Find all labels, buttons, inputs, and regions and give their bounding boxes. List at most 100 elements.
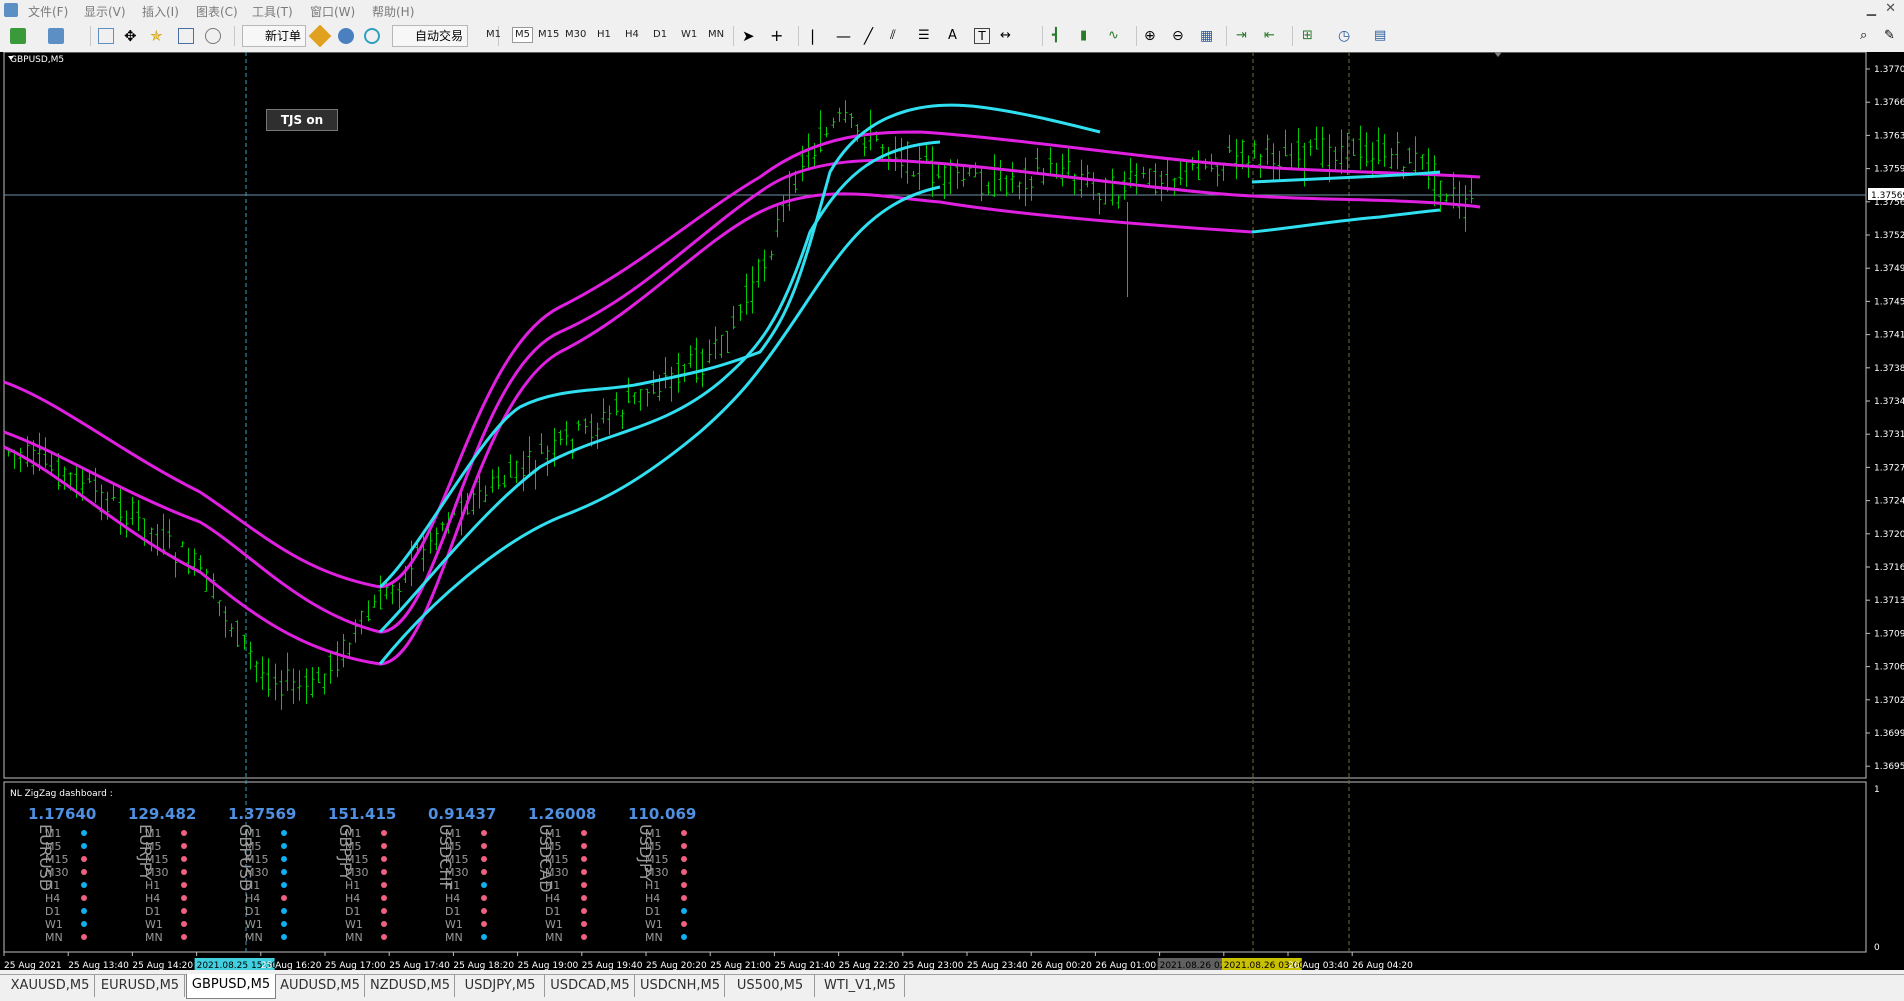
line-chart-icon[interactable]: ∿ — [1108, 28, 1124, 44]
dashboard-tf-label: M1 — [45, 827, 62, 840]
market-icon[interactable] — [364, 28, 380, 44]
tab-xauusd-m5[interactable]: XAUUSD,M5 — [6, 975, 95, 997]
navigator-icon[interactable]: ✯ — [150, 28, 166, 44]
tjs-toggle-button[interactable]: TJS on — [266, 109, 338, 131]
candlestick-icon[interactable]: ▮ — [1080, 28, 1096, 44]
text-icon[interactable]: A — [948, 28, 964, 44]
time-label: 25 Aug 18:20 — [453, 961, 514, 970]
dashboard-status-dot — [681, 934, 687, 940]
indicators-icon[interactable]: ⊞ — [1302, 28, 1318, 44]
time-label: 25 Aug 16:20 — [261, 961, 322, 970]
dashboard-tf-label: W1 — [345, 918, 363, 931]
timeframe-h1[interactable]: H1 — [597, 29, 611, 40]
shift-marker-icon — [1494, 52, 1502, 57]
data-window-icon[interactable]: ✥ — [124, 28, 140, 44]
terminal-icon[interactable] — [178, 28, 194, 44]
dashboard-status-dot — [281, 869, 287, 875]
dashboard-status-dot — [81, 908, 87, 914]
timeframe-w1[interactable]: W1 — [681, 29, 697, 40]
menu-view[interactable]: 显示(V) — [84, 3, 126, 20]
subwindow-scale-bottom: 0 — [1874, 943, 1880, 953]
time-label: 26 Aug 04:20 — [1352, 961, 1413, 970]
zoom-out-icon[interactable]: ⊖ — [1172, 28, 1188, 44]
vertical-line-icon[interactable]: | — [810, 28, 826, 44]
time-label: 25 Aug 19:40 — [582, 961, 643, 970]
dashboard-status-dot — [681, 856, 687, 862]
new-order-button[interactable]: 新订单 — [242, 25, 307, 47]
new-chart-icon[interactable] — [10, 28, 26, 44]
autoscroll-icon[interactable]: ⇥ — [1236, 28, 1252, 44]
chart-shift-icon[interactable]: ⇤ — [1264, 28, 1280, 44]
text-label-icon[interactable]: T — [974, 28, 990, 44]
time-label: 25 Aug 17:40 — [389, 961, 450, 970]
dashboard-tf-label: M30 — [545, 866, 569, 879]
dashboard-status-dot — [581, 882, 587, 888]
menu-tools[interactable]: 工具(T) — [252, 3, 293, 20]
tab-usdjpy-m5[interactable]: USDJPY,M5 — [456, 975, 545, 997]
chart-window[interactable]: GBPUSD,M5 1.37700 1.37665 1.37630 1.37595 1.… — [0, 52, 1904, 970]
ma-cyan-lower — [378, 185, 941, 665]
tab-wti-v1-m5[interactable]: WTI_V1,M5 — [816, 975, 905, 997]
trendline-icon[interactable]: ╱ — [864, 28, 880, 44]
close-icon[interactable]: ✕ — [1885, 1, 1896, 16]
time-label: 25 Aug 21:00 — [710, 961, 771, 970]
strategy-tester-icon[interactable] — [205, 28, 221, 44]
dashboard-tf-label: MN — [545, 931, 563, 944]
metaeditor-icon[interactable] — [308, 24, 332, 48]
timeframe-mn[interactable]: MN — [708, 29, 724, 40]
dashboard-status-dot — [581, 908, 587, 914]
dashboard-tf-label: M15 — [245, 853, 269, 866]
menu-help[interactable]: 帮助(H) — [372, 3, 414, 20]
tab-nzdusd-m5[interactable]: NZDUSD,M5 — [366, 975, 455, 997]
chart-canvas[interactable]: GBPUSD,M5 1.37700 1.37665 1.37630 1.37595 1.… — [0, 52, 1904, 970]
search-icon[interactable]: ⌕ — [1860, 28, 1876, 44]
dashboard-tf-label: D1 — [345, 905, 360, 918]
price-label: 1.37525 — [1874, 231, 1904, 241]
tab-usdcnh-m5[interactable]: USDCNH,M5 — [636, 975, 725, 997]
tab-usdcad-m5[interactable]: USDCAD,M5 — [546, 975, 635, 997]
dashboard-tf-label: MN — [145, 931, 163, 944]
dashboard-tf-label: M30 — [445, 866, 469, 879]
minimize-icon[interactable]: ▁ — [1867, 2, 1876, 16]
timeframe-m5[interactable]: M5 — [512, 27, 533, 43]
dashboard-tf-label: MN — [645, 931, 663, 944]
menu-insert[interactable]: 插入(I) — [142, 3, 179, 20]
tab-eurusd-m5[interactable]: EURUSD,M5 — [96, 975, 185, 997]
horizontal-line-icon[interactable]: — — [836, 28, 852, 44]
timeframe-h4[interactable]: H4 — [625, 29, 639, 40]
chat-icon[interactable]: ✎ — [1884, 28, 1900, 44]
autotrading-button[interactable]: 自动交易 — [392, 25, 469, 47]
dashboard-status-dot — [681, 830, 687, 836]
bar-chart-icon[interactable]: ┫ — [1052, 28, 1068, 44]
app-icon — [4, 3, 18, 17]
menu-window[interactable]: 窗口(W) — [310, 3, 355, 20]
tab-audusd-m5[interactable]: AUDUSD,M5 — [276, 975, 365, 997]
channel-icon[interactable]: ⫽ — [890, 28, 906, 44]
fibonacci-icon[interactable]: ☰ — [918, 28, 934, 44]
timeframe-m1[interactable]: M1 — [486, 29, 501, 40]
arrows-icon[interactable]: ↔ — [1000, 28, 1016, 44]
price-label: 1.37240 — [1874, 497, 1904, 507]
zoom-in-icon[interactable]: ⊕ — [1144, 28, 1160, 44]
chart-tabs: XAUUSD,M5 EURUSD,M5 GBPUSD,M5 AUDUSD,M5 NZDU… — [0, 974, 1904, 1001]
profiles-icon[interactable] — [48, 28, 64, 44]
tile-windows-icon[interactable]: ▦ — [1200, 28, 1216, 44]
time-label: 25 Aug 19:00 — [518, 961, 579, 970]
market-watch-icon[interactable] — [98, 28, 114, 44]
timeframe-m30[interactable]: M30 — [565, 29, 586, 40]
templates-icon[interactable]: ▤ — [1374, 28, 1390, 44]
dashboard-status-dot — [481, 934, 487, 940]
menu-file[interactable]: 文件(F) — [28, 3, 68, 20]
dashboard-status-dot — [581, 934, 587, 940]
menu-charts[interactable]: 图表(C) — [196, 3, 238, 20]
timeframe-m15[interactable]: M15 — [538, 29, 559, 40]
periods-icon[interactable]: ◷ — [1338, 28, 1354, 44]
crosshair-icon[interactable]: + — [770, 28, 786, 44]
cursor-icon[interactable]: ➤ — [742, 28, 758, 44]
tab-gbpusd-m5[interactable]: GBPUSD,M5 — [186, 974, 276, 999]
tab-us500-m5[interactable]: US500,M5 — [726, 975, 815, 997]
dashboard-tf-label: H1 — [645, 879, 660, 892]
timeframe-d1[interactable]: D1 — [653, 29, 667, 40]
dashboard-tf-label: M1 — [445, 827, 462, 840]
signals-icon[interactable] — [338, 28, 354, 44]
